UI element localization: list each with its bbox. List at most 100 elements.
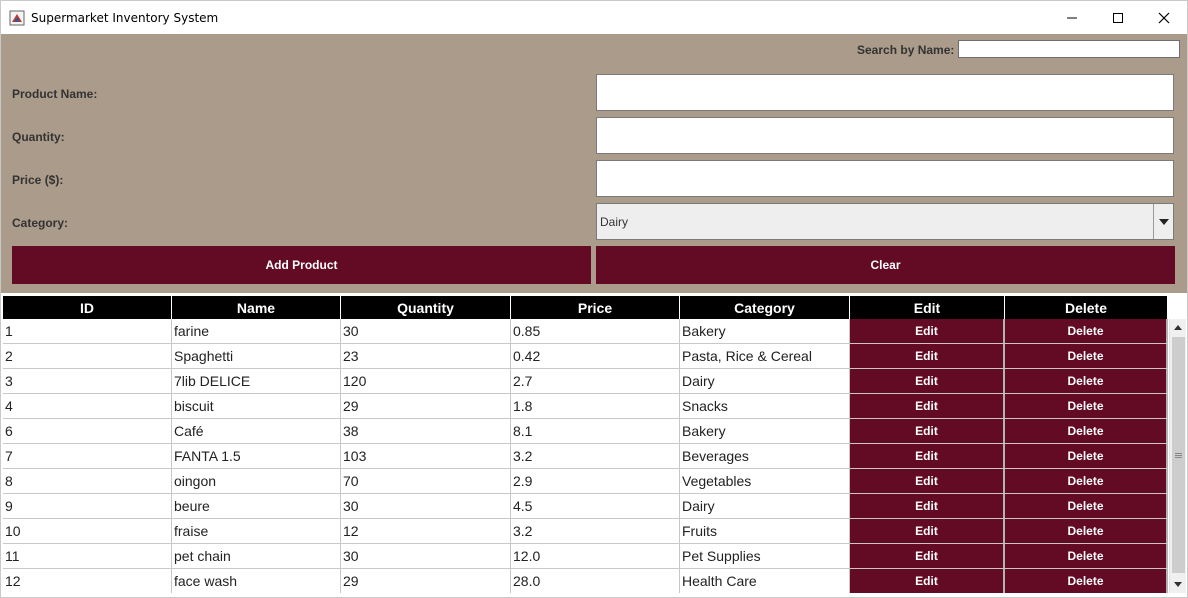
close-button[interactable] bbox=[1141, 1, 1187, 34]
cell-price: 3.2 bbox=[511, 444, 680, 468]
cell-category: Health Care bbox=[680, 569, 850, 593]
cell-quantity: 30 bbox=[341, 544, 511, 568]
delete-button[interactable]: Delete bbox=[1005, 569, 1168, 593]
edit-button[interactable]: Edit bbox=[850, 544, 1005, 568]
price-label: Price ($): bbox=[12, 173, 64, 187]
delete-button[interactable]: Delete bbox=[1005, 319, 1168, 343]
cell-price: 0.85 bbox=[511, 319, 680, 343]
table-row[interactable]: 2 Spaghetti 23 0.42 Pasta, Rice & Cereal… bbox=[3, 344, 1168, 369]
column-header-category: Category bbox=[680, 296, 850, 319]
cell-name: pet chain bbox=[172, 544, 341, 568]
cell-quantity: 120 bbox=[341, 369, 511, 393]
table-row[interactable]: 6 Café 38 8.1 Bakery Edit Delete bbox=[3, 419, 1168, 444]
delete-button[interactable]: Delete bbox=[1005, 344, 1168, 368]
cell-category: Vegetables bbox=[680, 469, 850, 493]
cell-category: Bakery bbox=[680, 419, 850, 443]
delete-button[interactable]: Delete bbox=[1005, 394, 1168, 418]
quantity-field[interactable] bbox=[596, 117, 1174, 154]
table-row[interactable]: 4 biscuit 29 1.8 Snacks Edit Delete bbox=[3, 394, 1168, 419]
table-header: ID Name Quantity Price Category Edit Del… bbox=[3, 296, 1168, 319]
cell-name: beure bbox=[172, 494, 341, 518]
cell-quantity: 30 bbox=[341, 319, 511, 343]
cell-name: Café bbox=[172, 419, 341, 443]
column-header-edit: Edit bbox=[850, 296, 1005, 319]
cell-price: 2.9 bbox=[511, 469, 680, 493]
scroll-down-button[interactable] bbox=[1170, 576, 1186, 593]
cell-name: fraise bbox=[172, 519, 341, 543]
title-bar: Supermarket Inventory System bbox=[1, 1, 1187, 34]
table-row[interactable]: 9 beure 30 4.5 Dairy Edit Delete bbox=[3, 494, 1168, 519]
category-select[interactable]: Dairy bbox=[596, 203, 1174, 240]
edit-button[interactable]: Edit bbox=[850, 469, 1005, 493]
clear-button[interactable]: Clear bbox=[596, 246, 1175, 284]
cell-name: oingon bbox=[172, 469, 341, 493]
cell-id: 4 bbox=[3, 394, 172, 418]
table-row[interactable]: 11 pet chain 30 12.0 Pet Supplies Edit D… bbox=[3, 544, 1168, 569]
delete-button[interactable]: Delete bbox=[1005, 469, 1168, 493]
edit-button[interactable]: Edit bbox=[850, 394, 1005, 418]
cell-quantity: 70 bbox=[341, 469, 511, 493]
edit-button[interactable]: Edit bbox=[850, 369, 1005, 393]
cell-id: 1 bbox=[3, 319, 172, 343]
edit-button[interactable]: Edit bbox=[850, 344, 1005, 368]
delete-button[interactable]: Delete bbox=[1005, 419, 1168, 443]
delete-button[interactable]: Delete bbox=[1005, 444, 1168, 468]
delete-button[interactable]: Delete bbox=[1005, 519, 1168, 543]
edit-button[interactable]: Edit bbox=[850, 519, 1005, 543]
cell-name: 7lib DELICE bbox=[172, 369, 341, 393]
delete-button[interactable]: Delete bbox=[1005, 494, 1168, 518]
cell-id: 12 bbox=[3, 569, 172, 593]
cell-category: Bakery bbox=[680, 319, 850, 343]
search-label: Search by Name: bbox=[857, 43, 955, 57]
edit-button[interactable]: Edit bbox=[850, 319, 1005, 343]
product-name-field[interactable] bbox=[596, 74, 1174, 111]
scroll-up-button[interactable] bbox=[1170, 319, 1186, 336]
category-dropdown-button[interactable] bbox=[1153, 204, 1173, 239]
cell-quantity: 23 bbox=[341, 344, 511, 368]
add-product-button[interactable]: Add Product bbox=[12, 246, 591, 284]
maximize-button[interactable] bbox=[1095, 1, 1141, 34]
table-row[interactable]: 8 oingon 70 2.9 Vegetables Edit Delete bbox=[3, 469, 1168, 494]
cell-price: 12.0 bbox=[511, 544, 680, 568]
cell-price: 0.42 bbox=[511, 344, 680, 368]
app-icon bbox=[9, 10, 25, 26]
table-row[interactable]: 10 fraise 12 3.2 Fruits Edit Delete bbox=[3, 519, 1168, 544]
search-input[interactable] bbox=[958, 40, 1180, 58]
table-row[interactable]: 1 farine 30 0.85 Bakery Edit Delete bbox=[3, 319, 1168, 344]
minimize-button[interactable] bbox=[1049, 1, 1095, 34]
column-header-delete: Delete bbox=[1005, 296, 1168, 319]
table-body: 1 farine 30 0.85 Bakery Edit Delete 2 Sp… bbox=[3, 319, 1168, 593]
table-row[interactable]: 3 7lib DELICE 120 2.7 Dairy Edit Delete bbox=[3, 369, 1168, 394]
delete-button[interactable]: Delete bbox=[1005, 544, 1168, 568]
price-field[interactable] bbox=[596, 160, 1174, 197]
cell-id: 10 bbox=[3, 519, 172, 543]
cell-price: 4.5 bbox=[511, 494, 680, 518]
product-form-panel: Search by Name: Product Name: Quantity: … bbox=[1, 34, 1187, 293]
cell-category: Beverages bbox=[680, 444, 850, 468]
scrollbar-thumb[interactable] bbox=[1172, 337, 1185, 573]
cell-id: 7 bbox=[3, 444, 172, 468]
cell-id: 11 bbox=[3, 544, 172, 568]
delete-button[interactable]: Delete bbox=[1005, 369, 1168, 393]
cell-quantity: 30 bbox=[341, 494, 511, 518]
table-row[interactable]: 12 face wash 29 28.0 Health Care Edit De… bbox=[3, 569, 1168, 593]
table-row[interactable]: 7 FANTA 1.5 103 3.2 Beverages Edit Delet… bbox=[3, 444, 1168, 469]
cell-id: 6 bbox=[3, 419, 172, 443]
dropdown-arrow-icon bbox=[1158, 218, 1169, 225]
maximize-icon bbox=[1113, 12, 1123, 23]
edit-button[interactable]: Edit bbox=[850, 419, 1005, 443]
cell-name: farine bbox=[172, 319, 341, 343]
category-selected-value: Dairy bbox=[600, 215, 629, 229]
inventory-table: ID Name Quantity Price Category Edit Del… bbox=[1, 293, 1187, 597]
edit-button[interactable]: Edit bbox=[850, 569, 1005, 593]
cell-quantity: 103 bbox=[341, 444, 511, 468]
edit-button[interactable]: Edit bbox=[850, 444, 1005, 468]
cell-id: 2 bbox=[3, 344, 172, 368]
cell-price: 1.8 bbox=[511, 394, 680, 418]
edit-button[interactable]: Edit bbox=[850, 494, 1005, 518]
cell-category: Pet Supplies bbox=[680, 544, 850, 568]
cell-quantity: 12 bbox=[341, 519, 511, 543]
scroll-up-icon bbox=[1174, 325, 1182, 330]
column-header-quantity: Quantity bbox=[341, 296, 511, 319]
vertical-scrollbar[interactable] bbox=[1169, 319, 1186, 593]
